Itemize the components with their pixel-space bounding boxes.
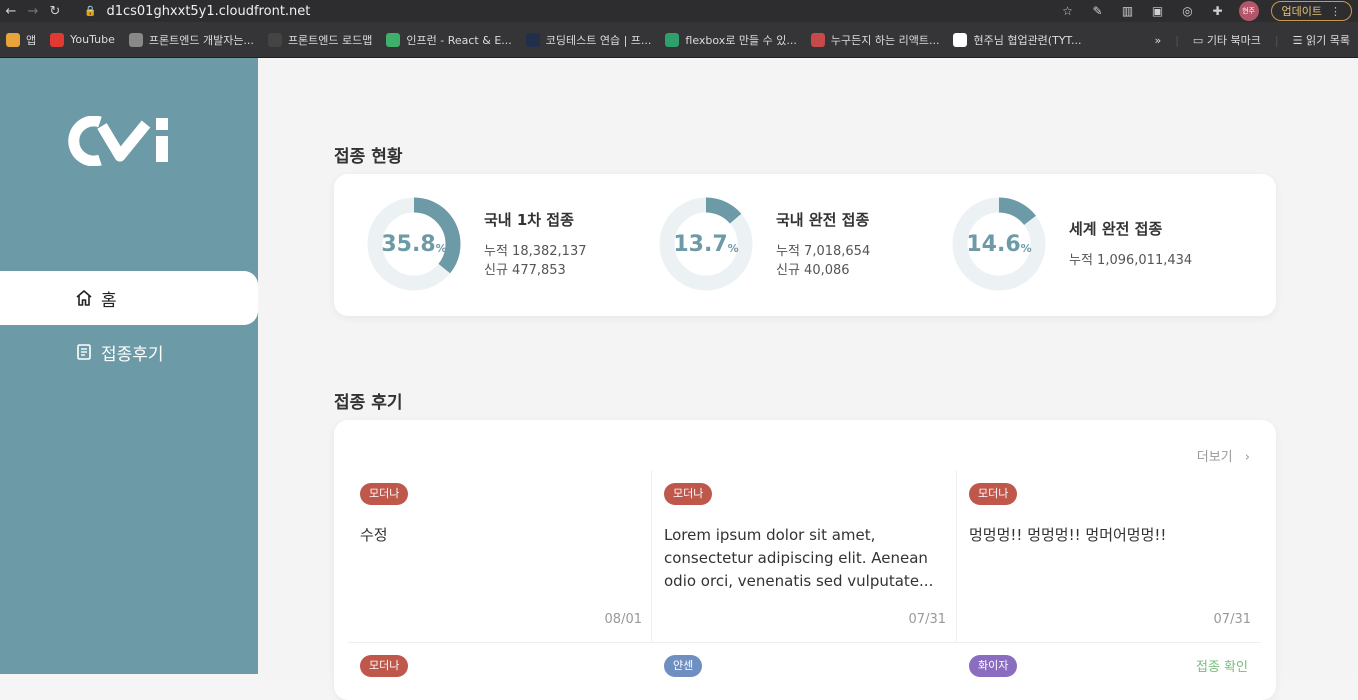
bookmark-item[interactable]: 프론트엔드 로드맵: [267, 32, 373, 48]
other-bookmarks[interactable]: ▭ 기타 북마크: [1193, 32, 1261, 48]
bookmark-item[interactable]: YouTube: [50, 32, 115, 47]
youtube-icon: [50, 32, 65, 47]
profile-avatar[interactable]: 현주: [1238, 1, 1259, 21]
globe-icon: [128, 32, 143, 47]
folder-icon: ▭: [1192, 34, 1204, 47]
vaccination-confirmed-label: 접종 확인: [1196, 660, 1248, 675]
bookmark-star-icon[interactable]: ☆: [1059, 4, 1077, 18]
sidebar-item-reviews[interactable]: 접종후기: [0, 325, 258, 379]
percent-label: 13.7%: [673, 231, 739, 257]
vaccine-tag: 모더나: [969, 483, 1018, 505]
bookmarks-overflow-button[interactable]: »: [1154, 34, 1161, 47]
inflearn-icon: [386, 32, 401, 47]
bookmark-label: 누구든지 하는 리액트...: [830, 33, 940, 47]
bookmark-item[interactable]: 인프런 - React & E...: [386, 32, 512, 48]
review-date: 08/01: [604, 612, 642, 627]
column-divider: [956, 470, 957, 642]
bookmarks-bar: 앱 YouTube 프론트엔드 개발자는... 프론트엔드 로드맵 인프런 - Reac…: [0, 22, 1358, 58]
sidebar: 홈 접종후기: [0, 58, 258, 674]
extension-image-icon[interactable]: ▣: [1149, 4, 1167, 18]
reading-list-icon: ☰: [1292, 34, 1303, 47]
column-divider: [651, 470, 652, 642]
vaccine-tag: 모더나: [360, 483, 409, 505]
row-divider: [348, 642, 1261, 643]
extensions-puzzle-icon[interactable]: ✚: [1209, 4, 1227, 18]
main-content: 접종 현황 35.8% 국내 1차 접종누적 18,382,137 신규 477,8…: [258, 58, 1358, 700]
reload-icon[interactable]: ↻: [44, 4, 66, 19]
chevron-right-icon: ›: [1244, 450, 1250, 465]
more-link[interactable]: 더보기 ›: [1197, 446, 1250, 465]
stat-title: 세계 완전 접종: [1069, 220, 1163, 238]
bookmark-label: flexbox로 만들 수 있...: [685, 33, 797, 47]
app-root: 홈 접종후기 접종 현황 35.8% 국내 1차 접종누적 18,382,137 신…: [0, 58, 1358, 700]
d2-icon: [665, 32, 680, 47]
percent-label: 14.6%: [966, 231, 1032, 257]
apps-grid-icon: [6, 32, 20, 47]
review-text: 멍멍멍!! 멍멍멍!! 멍머어멍멍!!: [969, 526, 1167, 544]
bookmark-item[interactable]: 코딩테스트 연습 | 프...: [525, 32, 652, 48]
bookmark-label: 현주님 협업관련(TYT...: [973, 33, 1082, 47]
review-card[interactable]: 모더나멍멍멍!! 멍멍멍!! 멍머어멍멍!! 07/31: [969, 482, 1251, 634]
home-icon: [76, 290, 92, 306]
back-icon[interactable]: ←: [0, 4, 22, 19]
bookmark-item[interactable]: flexbox로 만들 수 있...: [665, 32, 797, 48]
stat-cumulative: 누적 1,096,011,434: [1069, 253, 1193, 268]
bookmark-label: YouTube: [70, 33, 115, 46]
vaccination-stat: 14.6% 세계 완전 접종누적 1,096,011,434: [951, 196, 1192, 292]
github-icon: [267, 32, 282, 47]
stat-title: 국내 1차 접종: [484, 210, 574, 229]
browser-toolbar: ← → ↻ 🔒 d1cs01ghxxt5y1.cloudfront.net ☆ …: [0, 0, 1358, 22]
stat-new: 신규 40,086: [776, 262, 850, 278]
bookmark-label: 앱: [26, 33, 37, 47]
stat-new: 신규 477,853: [484, 262, 566, 278]
review-text: Lorem ipsum dolor sit amet, consectetur …: [664, 526, 934, 590]
bookmark-label: 프론트엔드 로드맵: [287, 33, 373, 47]
update-button[interactable]: 업데이트 ⋮: [1270, 1, 1352, 21]
percent-label: 35.8%: [381, 231, 447, 257]
bookmark-label: 코딩테스트 연습 | 프...: [545, 33, 652, 47]
sidebar-item-label: 홈: [101, 290, 117, 311]
bookmarks-divider-2: |: [1274, 33, 1279, 47]
document-icon: [77, 344, 91, 360]
progress-donut: 14.6%: [951, 196, 1047, 292]
bookmarks-divider: |: [1175, 33, 1179, 47]
stat-cumulative: 누적 7,018,654: [776, 243, 871, 259]
vaccination-stat: 13.7% 국내 완전 접종누적 7,018,654 신규 40,086: [658, 196, 870, 292]
review-card[interactable]: 모더나 Lorem ipsum dolor sit amet, consectet…: [664, 482, 946, 634]
velog-icon: [810, 32, 825, 47]
review-date: 07/31: [1213, 612, 1251, 627]
notion-icon: [953, 32, 968, 47]
reading-list[interactable]: ☰ 읽기 목록: [1293, 32, 1350, 48]
forward-icon[interactable]: →: [22, 4, 44, 19]
reviews-card: 더보기 › 모더나수정 08/01 모더나 Lorem ipsum dolor sit…: [334, 420, 1276, 700]
vaccine-tag: 모더나: [664, 483, 713, 505]
bookmark-label: 인프런 - React & E...: [406, 33, 512, 47]
lock-icon: 🔒: [84, 5, 97, 17]
status-section-title: 접종 현황: [334, 147, 403, 167]
progress-donut: 35.8%: [366, 196, 462, 292]
sidebar-item-home[interactable]: 홈: [0, 271, 258, 325]
extension-target-icon[interactable]: ◎: [1179, 4, 1197, 18]
stat-cumulative: 누적 18,382,137: [484, 243, 587, 259]
status-card: 35.8% 국내 1차 접종누적 18,382,137 신규 477,853 13.7…: [334, 174, 1276, 316]
extension-pen-icon[interactable]: ✎: [1089, 4, 1107, 18]
sidebar-item-label: 접종후기: [101, 344, 164, 365]
review-text: 수정: [360, 526, 388, 544]
vaccination-stat: 35.8% 국내 1차 접종누적 18,382,137 신규 477,853: [366, 196, 587, 292]
address-bar[interactable]: d1cs01ghxxt5y1.cloudfront.net: [106, 4, 310, 19]
progress-donut: 13.7%: [658, 196, 754, 292]
cvi-logo[interactable]: [62, 115, 172, 167]
stat-title: 국내 완전 접종: [776, 210, 870, 229]
bookmark-item[interactable]: 앱: [6, 32, 36, 48]
review-card[interactable]: 모더나수정 08/01: [360, 482, 642, 634]
bookmark-item[interactable]: 누구든지 하는 리액트...: [810, 32, 940, 48]
bookmark-label: 프론트엔드 개발자는...: [148, 33, 254, 47]
programmers-icon: [525, 32, 540, 47]
bookmark-item[interactable]: 프론트엔드 개발자는...: [128, 32, 254, 48]
more-vert-icon: ⋮: [1330, 4, 1341, 18]
extension-barcode-icon[interactable]: ▥: [1119, 4, 1137, 18]
review-date: 07/31: [908, 612, 946, 627]
bookmark-item[interactable]: 현주님 협업관련(TYT...: [953, 32, 1081, 48]
reviews-section-title: 접종 후기: [334, 393, 403, 413]
